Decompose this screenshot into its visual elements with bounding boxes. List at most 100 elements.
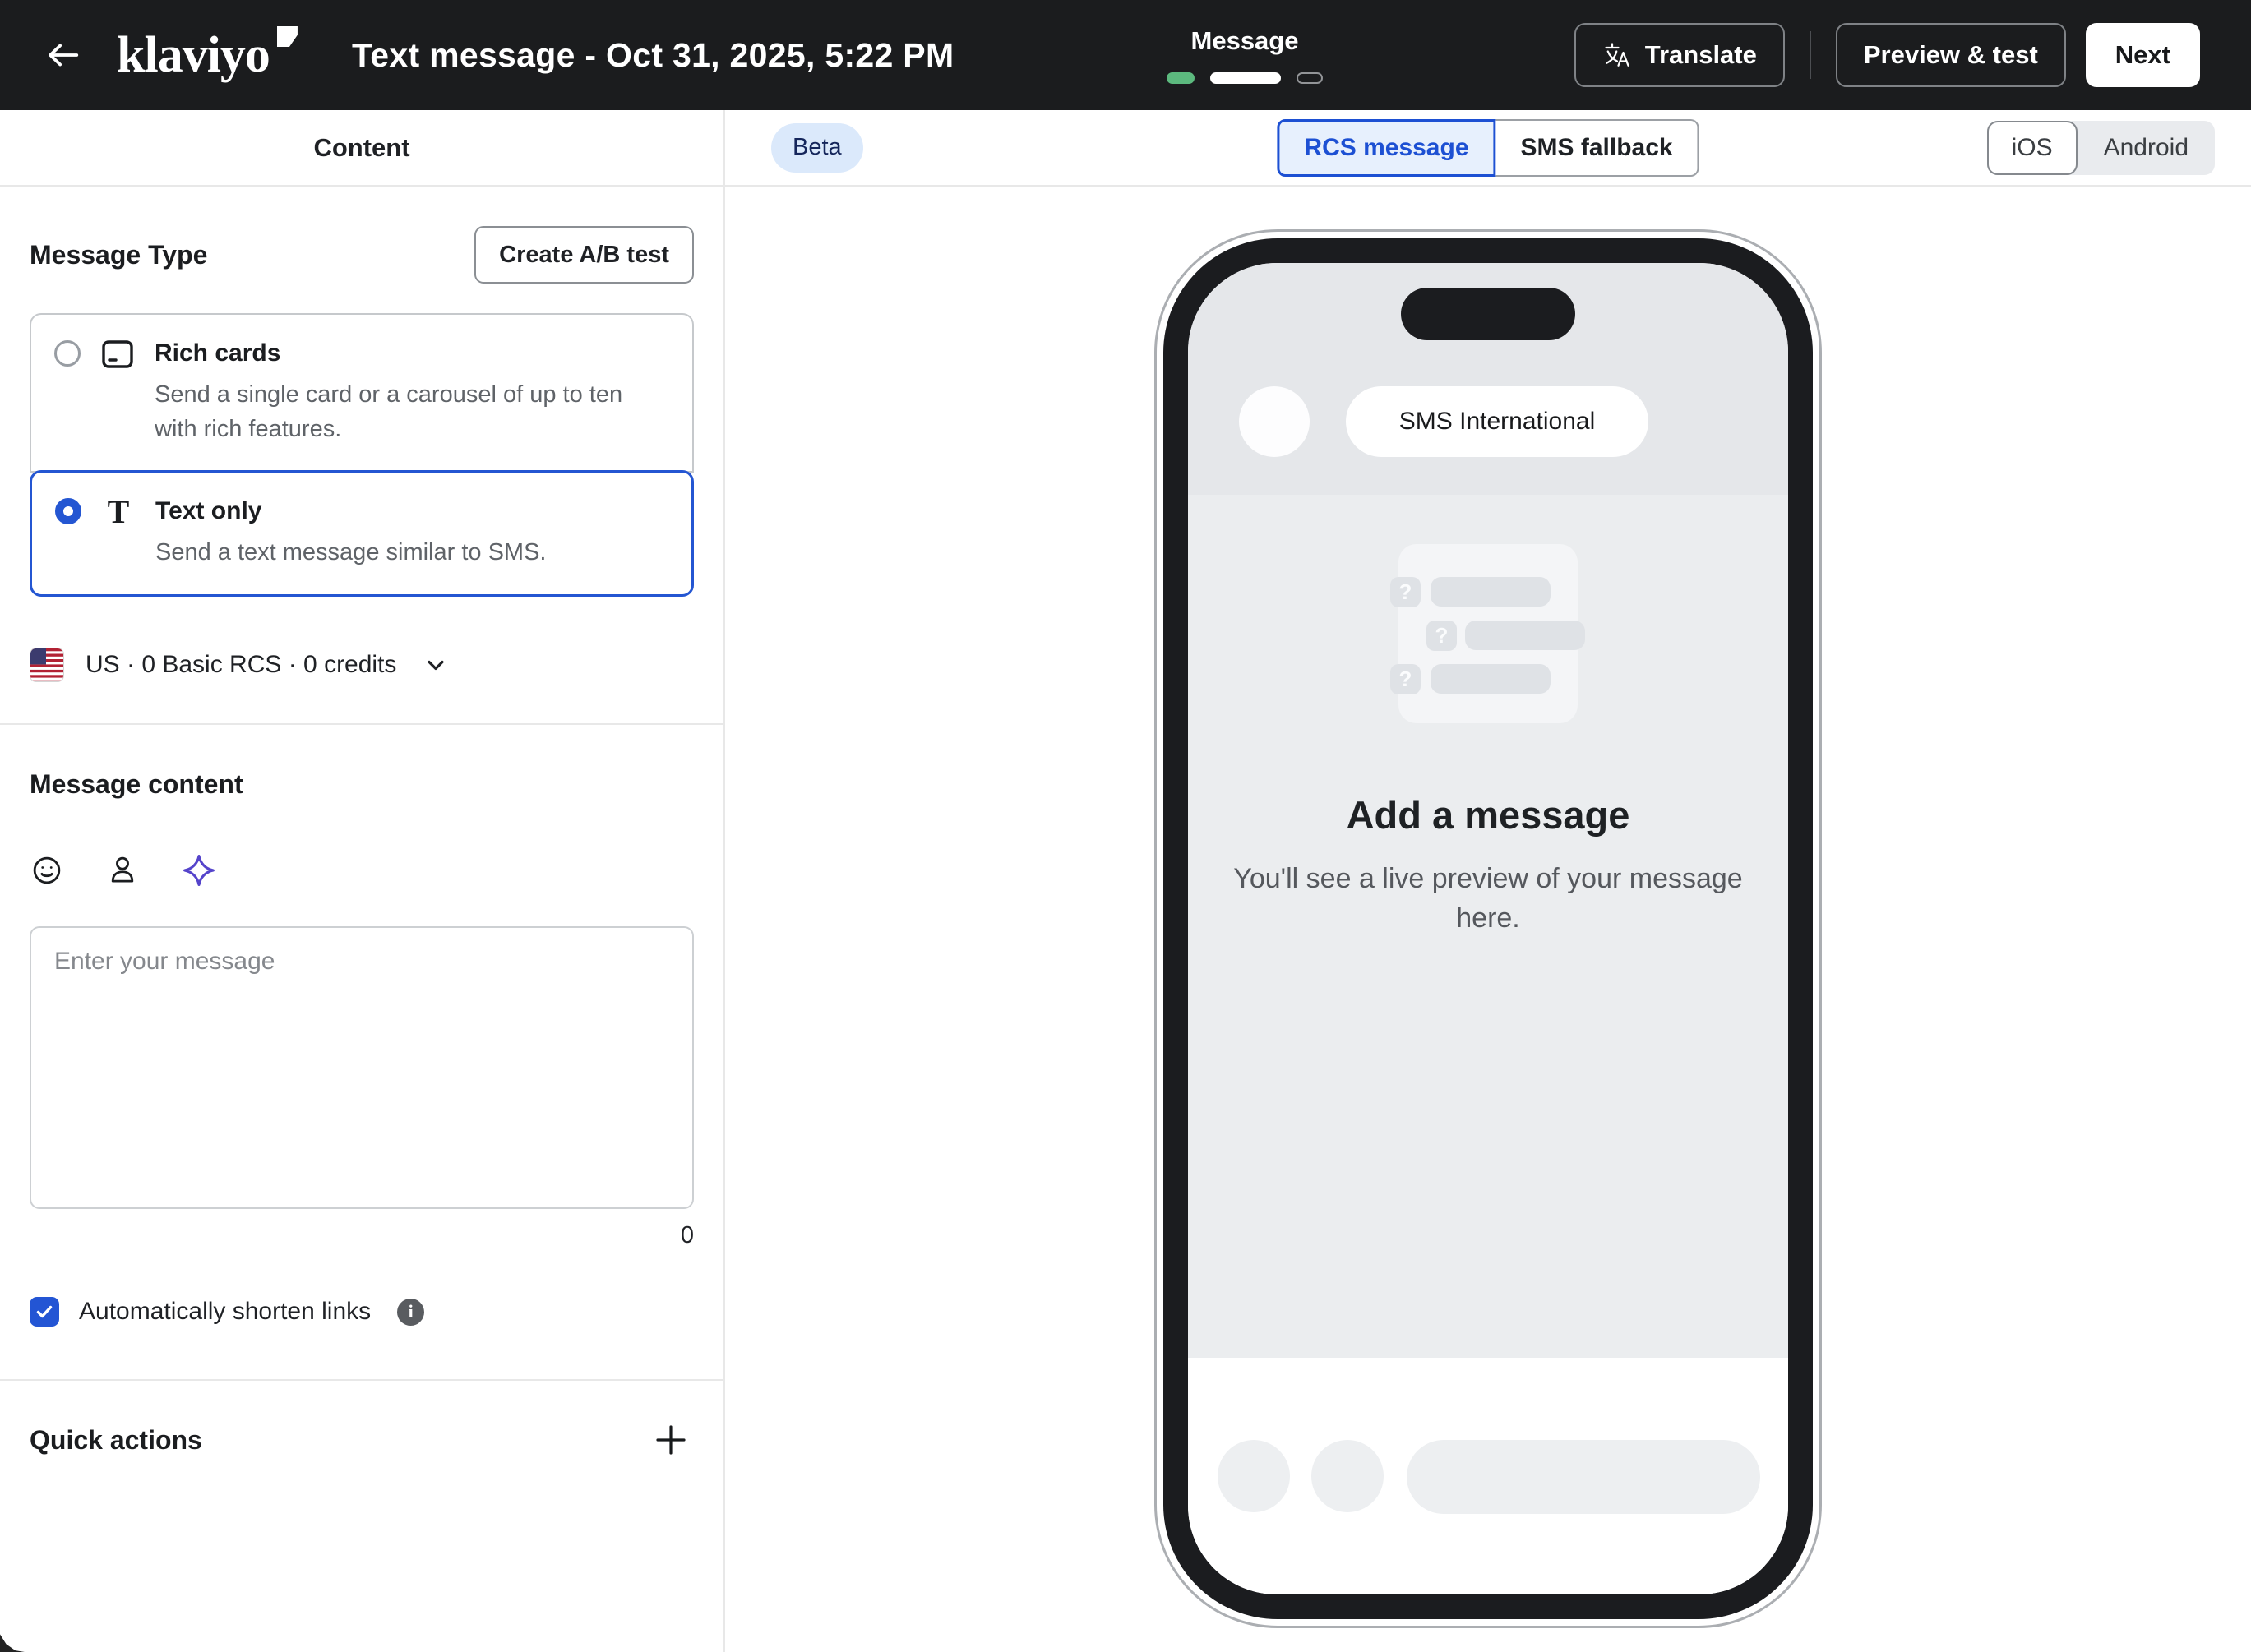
rich-cards-radio[interactable] bbox=[54, 340, 81, 367]
empty-state-subtitle: You'll see a live preview of your messag… bbox=[1233, 859, 1743, 939]
quick-actions-header: Quick actions bbox=[30, 1422, 694, 1458]
translate-icon bbox=[1602, 40, 1632, 70]
text-only-radio[interactable] bbox=[55, 498, 81, 524]
rich-cards-text: Rich cards Send a single card or a carou… bbox=[155, 338, 669, 446]
text-only-title: Text only bbox=[155, 496, 546, 527]
message-type-heading: Message Type bbox=[30, 240, 207, 270]
phone-mockup: SMS International ? ? ? bbox=[1154, 229, 1822, 1628]
placeholder-bubble bbox=[1431, 577, 1551, 607]
option-text-only[interactable]: T Text only Send a text message similar … bbox=[30, 470, 694, 597]
section-divider bbox=[0, 723, 723, 725]
beta-badge: Beta bbox=[771, 123, 863, 173]
chat-area: ? ? ? Add a message You'll see a live pr… bbox=[1188, 495, 1788, 1358]
klaviyo-flag-icon bbox=[277, 26, 298, 47]
header-actions: Translate Preview & test Next bbox=[1574, 23, 2200, 87]
shorten-links-row: Automatically shorten links i bbox=[30, 1297, 694, 1327]
sparkle-icon bbox=[181, 852, 217, 888]
rich-cards-title: Rich cards bbox=[155, 338, 669, 369]
phone-status-header: SMS International bbox=[1188, 263, 1788, 495]
tab-rcs-message[interactable]: RCS message bbox=[1277, 119, 1495, 177]
emoji-button[interactable] bbox=[30, 853, 64, 888]
preview-test-button[interactable]: Preview & test bbox=[1836, 23, 2066, 87]
step-pill-complete[interactable] bbox=[1167, 72, 1195, 84]
rich-card-icon bbox=[100, 339, 135, 446]
back-button[interactable] bbox=[41, 34, 84, 76]
compose-input-placeholder bbox=[1407, 1440, 1760, 1514]
step-pill-upcoming[interactable] bbox=[1297, 72, 1323, 84]
quick-actions-heading: Quick actions bbox=[30, 1425, 202, 1456]
preview-canvas: SMS International ? ? ? bbox=[725, 187, 2251, 1652]
question-mark-icon: ? bbox=[1390, 577, 1421, 607]
translate-label: Translate bbox=[1645, 40, 1757, 70]
question-mark-icon: ? bbox=[1426, 621, 1457, 651]
message-type-options: Rich cards Send a single card or a carou… bbox=[30, 313, 694, 597]
preview-pane: Beta RCS message SMS fallback iOS Androi… bbox=[725, 110, 2251, 1652]
app-header: klaviyo Text message - Oct 31, 2025, 5:2… bbox=[0, 0, 2251, 110]
sending-summary: US · 0 Basic RCS · 0 credits bbox=[86, 651, 396, 679]
text-only-description: Send a text message similar to SMS. bbox=[155, 535, 546, 570]
info-icon[interactable]: i bbox=[397, 1299, 424, 1326]
placeholder-bubble bbox=[1465, 621, 1585, 650]
us-flag-icon bbox=[30, 648, 64, 682]
wizard-step-indicator: Message bbox=[1164, 0, 1325, 110]
sidebar-body: Message Type Create A/B test Rich ca bbox=[0, 187, 723, 1652]
page-title: Text message - Oct 31, 2025, 5:22 PM bbox=[352, 36, 954, 75]
composer-toolbar bbox=[30, 852, 694, 888]
content-sidebar: Content Message Type Create A/B test bbox=[0, 110, 725, 1652]
plus-icon bbox=[653, 1422, 689, 1458]
klaviyo-logo: klaviyo bbox=[117, 30, 299, 81]
content-row: Content Message Type Create A/B test bbox=[0, 110, 2251, 1652]
toggle-ios[interactable]: iOS bbox=[1987, 121, 2078, 175]
create-ab-test-button[interactable]: Create A/B test bbox=[474, 226, 694, 284]
tab-sms-fallback[interactable]: SMS fallback bbox=[1496, 119, 1699, 177]
sidebar-title: Content bbox=[0, 110, 723, 187]
dynamic-island bbox=[1401, 288, 1575, 340]
personalization-button[interactable] bbox=[105, 853, 140, 888]
ai-assistant-button[interactable] bbox=[181, 852, 217, 888]
message-input[interactable] bbox=[30, 926, 694, 1209]
klaviyo-wordmark: klaviyo bbox=[117, 27, 270, 83]
text-only-text: Text only Send a text message similar to… bbox=[155, 496, 546, 570]
step-label: Message bbox=[1191, 26, 1299, 56]
compose-action-circle bbox=[1218, 1440, 1290, 1512]
sending-profile-dropdown[interactable]: US · 0 Basic RCS · 0 credits bbox=[30, 648, 694, 682]
compose-action-circle bbox=[1311, 1440, 1384, 1512]
character-count: 0 bbox=[30, 1222, 694, 1249]
rich-cards-description: Send a single card or a carousel of up t… bbox=[155, 377, 669, 446]
placeholder-bubble bbox=[1431, 664, 1551, 694]
phone-screen: SMS International ? ? ? bbox=[1188, 263, 1788, 1594]
arrow-left-icon bbox=[44, 36, 81, 74]
avatar bbox=[1239, 386, 1310, 457]
toggle-android[interactable]: Android bbox=[2078, 121, 2215, 175]
create-ab-test-label: Create A/B test bbox=[499, 242, 669, 269]
shorten-links-checkbox[interactable] bbox=[30, 1297, 59, 1327]
step-pill-current[interactable] bbox=[1210, 72, 1281, 84]
preview-controls: Beta RCS message SMS fallback iOS Androi… bbox=[725, 110, 2251, 187]
section-divider bbox=[0, 1379, 723, 1381]
check-icon bbox=[35, 1302, 54, 1322]
next-label: Next bbox=[2115, 40, 2170, 70]
step-progress bbox=[1167, 72, 1323, 84]
sender-name-pill: SMS International bbox=[1346, 386, 1648, 457]
next-button[interactable]: Next bbox=[2086, 23, 2200, 87]
message-type-header: Message Type Create A/B test bbox=[30, 226, 694, 284]
option-rich-cards[interactable]: Rich cards Send a single card or a carou… bbox=[30, 313, 694, 473]
question-mark-icon: ? bbox=[1390, 664, 1421, 694]
empty-state-title: Add a message bbox=[1347, 792, 1630, 838]
preview-test-label: Preview & test bbox=[1864, 40, 2038, 70]
emoji-icon bbox=[30, 853, 64, 888]
compose-bar bbox=[1188, 1358, 1788, 1594]
person-icon bbox=[105, 853, 140, 888]
header-divider bbox=[1810, 31, 1811, 79]
translate-button[interactable]: Translate bbox=[1574, 23, 1785, 87]
placeholder-illustration: ? ? ? bbox=[1398, 544, 1578, 723]
chevron-down-icon bbox=[424, 653, 447, 676]
text-icon: T bbox=[101, 496, 136, 570]
message-mode-tabs: RCS message SMS fallback bbox=[1277, 119, 1699, 177]
message-content-heading: Message content bbox=[30, 769, 694, 800]
conversation-header: SMS International bbox=[1188, 386, 1788, 457]
phone-bezel: SMS International ? ? ? bbox=[1163, 238, 1813, 1619]
add-quick-action-button[interactable] bbox=[653, 1422, 689, 1458]
shorten-links-label: Automatically shorten links bbox=[79, 1298, 371, 1326]
os-toggle: iOS Android bbox=[1987, 121, 2215, 175]
